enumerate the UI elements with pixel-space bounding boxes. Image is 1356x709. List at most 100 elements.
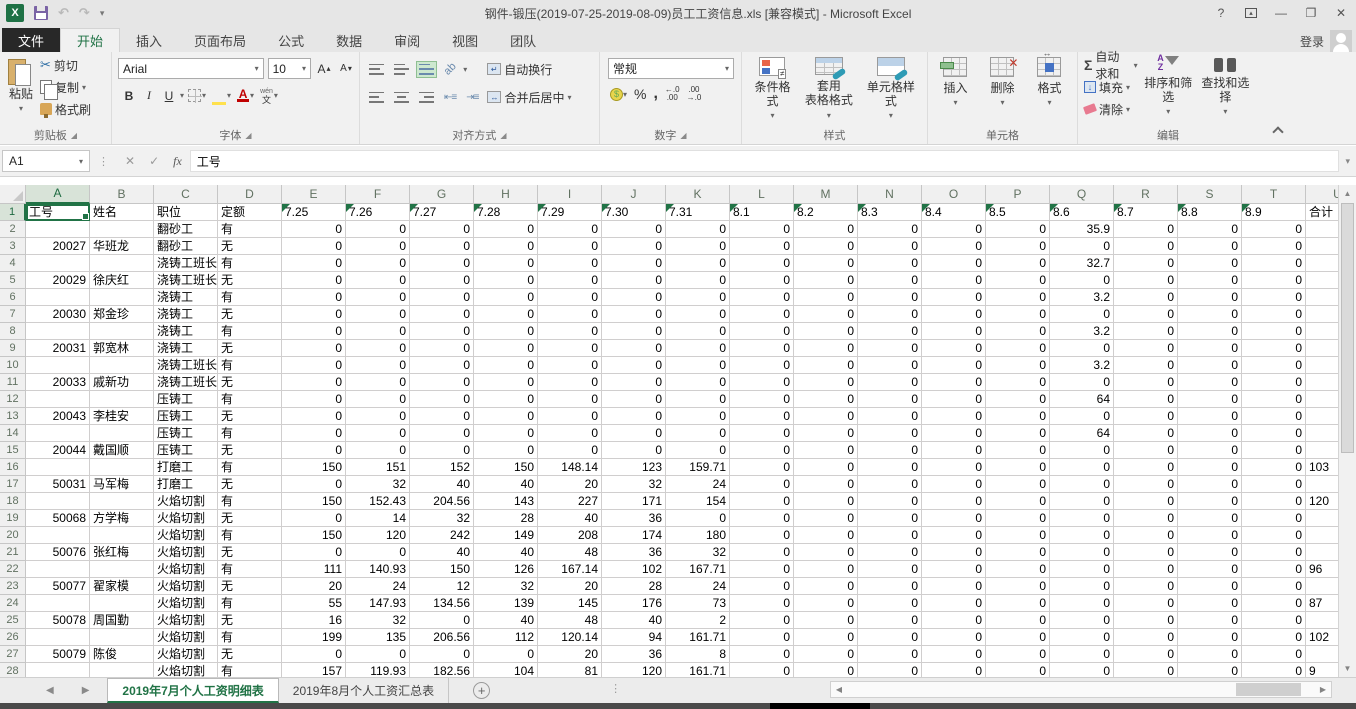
align-right-icon[interactable] bbox=[416, 89, 437, 106]
cell-E28[interactable]: 157 bbox=[282, 663, 346, 677]
cell-R21[interactable]: 0 bbox=[1114, 544, 1178, 561]
cell-D7[interactable]: 无 bbox=[218, 306, 282, 323]
cell-C15[interactable]: 压铸工 bbox=[154, 442, 218, 459]
cell-S5[interactable]: 0 bbox=[1178, 272, 1242, 289]
cell-C28[interactable]: 火焰切割 bbox=[154, 663, 218, 677]
cell-K20[interactable]: 180 bbox=[666, 527, 730, 544]
cell-R18[interactable]: 0 bbox=[1114, 493, 1178, 510]
cell-M25[interactable]: 0 bbox=[794, 612, 858, 629]
cell-A26[interactable] bbox=[26, 629, 90, 646]
cell-N12[interactable]: 0 bbox=[858, 391, 922, 408]
cell-M13[interactable]: 0 bbox=[794, 408, 858, 425]
cell-J9[interactable]: 0 bbox=[602, 340, 666, 357]
find-select-button[interactable]: 查找和选择▾ bbox=[1197, 54, 1254, 126]
cell-F4[interactable]: 0 bbox=[346, 255, 410, 272]
cell-S2[interactable]: 0 bbox=[1178, 221, 1242, 238]
cell-N13[interactable]: 0 bbox=[858, 408, 922, 425]
cell-H20[interactable]: 149 bbox=[474, 527, 538, 544]
cell-Q2[interactable]: 35.9 bbox=[1050, 221, 1114, 238]
cell-S12[interactable]: 0 bbox=[1178, 391, 1242, 408]
cell-D10[interactable]: 有 bbox=[218, 357, 282, 374]
cell-B16[interactable] bbox=[90, 459, 154, 476]
col-header-M[interactable]: M bbox=[794, 185, 858, 204]
cell-J8[interactable]: 0 bbox=[602, 323, 666, 340]
cell-G14[interactable]: 0 bbox=[410, 425, 474, 442]
cell-N19[interactable]: 0 bbox=[858, 510, 922, 527]
cell-N23[interactable]: 0 bbox=[858, 578, 922, 595]
cell-F15[interactable]: 0 bbox=[346, 442, 410, 459]
cell-U18[interactable]: 120 bbox=[1306, 493, 1338, 510]
cell-G12[interactable]: 0 bbox=[410, 391, 474, 408]
cell-S26[interactable]: 0 bbox=[1178, 629, 1242, 646]
cell-K24[interactable]: 73 bbox=[666, 595, 730, 612]
cell-P28[interactable]: 0 bbox=[986, 663, 1050, 677]
cell-D2[interactable]: 有 bbox=[218, 221, 282, 238]
cell-I15[interactable]: 0 bbox=[538, 442, 602, 459]
cell-A14[interactable] bbox=[26, 425, 90, 442]
cell-D5[interactable]: 无 bbox=[218, 272, 282, 289]
align-bottom-icon[interactable] bbox=[416, 61, 437, 78]
cell-D27[interactable]: 无 bbox=[218, 646, 282, 663]
cell-N11[interactable]: 0 bbox=[858, 374, 922, 391]
insert-cells-button[interactable]: 插入▾ bbox=[939, 54, 971, 126]
cell-P19[interactable]: 0 bbox=[986, 510, 1050, 527]
cell-H17[interactable]: 40 bbox=[474, 476, 538, 493]
cell-M18[interactable]: 0 bbox=[794, 493, 858, 510]
align-top-icon[interactable] bbox=[366, 61, 387, 78]
cell-C1[interactable]: 职位 bbox=[154, 204, 218, 221]
cell-R15[interactable]: 0 bbox=[1114, 442, 1178, 459]
cell-G20[interactable]: 242 bbox=[410, 527, 474, 544]
cell-S6[interactable]: 0 bbox=[1178, 289, 1242, 306]
cell-N27[interactable]: 0 bbox=[858, 646, 922, 663]
cell-T11[interactable]: 0 bbox=[1242, 374, 1306, 391]
cell-T15[interactable]: 0 bbox=[1242, 442, 1306, 459]
cell-D15[interactable]: 无 bbox=[218, 442, 282, 459]
cell-D9[interactable]: 无 bbox=[218, 340, 282, 357]
cell-K16[interactable]: 159.71 bbox=[666, 459, 730, 476]
cell-O20[interactable]: 0 bbox=[922, 527, 986, 544]
cell-S10[interactable]: 0 bbox=[1178, 357, 1242, 374]
cell-H2[interactable]: 0 bbox=[474, 221, 538, 238]
cell-K14[interactable]: 0 bbox=[666, 425, 730, 442]
cell-B21[interactable]: 张红梅 bbox=[90, 544, 154, 561]
cell-B24[interactable] bbox=[90, 595, 154, 612]
cell-J27[interactable]: 36 bbox=[602, 646, 666, 663]
row-header-28[interactable]: 28 bbox=[0, 663, 26, 677]
cell-A17[interactable]: 50031 bbox=[26, 476, 90, 493]
cell-H7[interactable]: 0 bbox=[474, 306, 538, 323]
cell-H1[interactable]: 7.28 bbox=[474, 204, 538, 221]
autosum-button[interactable]: Σ自动求和▾ bbox=[1082, 54, 1140, 76]
cell-U19[interactable] bbox=[1306, 510, 1338, 527]
cell-T22[interactable]: 0 bbox=[1242, 561, 1306, 578]
minimize-icon[interactable]: — bbox=[1266, 0, 1296, 26]
cell-O17[interactable]: 0 bbox=[922, 476, 986, 493]
cell-I16[interactable]: 148.14 bbox=[538, 459, 602, 476]
cell-Q4[interactable]: 32.7 bbox=[1050, 255, 1114, 272]
cell-G28[interactable]: 182.56 bbox=[410, 663, 474, 677]
cell-B8[interactable] bbox=[90, 323, 154, 340]
cell-H10[interactable]: 0 bbox=[474, 357, 538, 374]
cell-N2[interactable]: 0 bbox=[858, 221, 922, 238]
cell-C4[interactable]: 浇铸工班长 bbox=[154, 255, 218, 272]
cell-I27[interactable]: 20 bbox=[538, 646, 602, 663]
cell-R5[interactable]: 0 bbox=[1114, 272, 1178, 289]
formula-input[interactable]: 工号 bbox=[190, 150, 1340, 172]
cell-N18[interactable]: 0 bbox=[858, 493, 922, 510]
cell-C17[interactable]: 打磨工 bbox=[154, 476, 218, 493]
copy-button[interactable]: 复制▾ bbox=[38, 76, 93, 98]
cell-I17[interactable]: 20 bbox=[538, 476, 602, 493]
cell-C8[interactable]: 浇铸工 bbox=[154, 323, 218, 340]
cell-O14[interactable]: 0 bbox=[922, 425, 986, 442]
cell-L16[interactable]: 0 bbox=[730, 459, 794, 476]
dialog-launcher-icon[interactable]: ◢ bbox=[500, 131, 506, 140]
cell-C23[interactable]: 火焰切割 bbox=[154, 578, 218, 595]
row-header-21[interactable]: 21 bbox=[0, 544, 26, 561]
cell-J24[interactable]: 176 bbox=[602, 595, 666, 612]
cell-R10[interactable]: 0 bbox=[1114, 357, 1178, 374]
cell-P13[interactable]: 0 bbox=[986, 408, 1050, 425]
row-header-9[interactable]: 9 bbox=[0, 340, 26, 357]
cell-E22[interactable]: 111 bbox=[282, 561, 346, 578]
cell-M21[interactable]: 0 bbox=[794, 544, 858, 561]
cell-Q3[interactable]: 0 bbox=[1050, 238, 1114, 255]
cell-Q8[interactable]: 3.2 bbox=[1050, 323, 1114, 340]
